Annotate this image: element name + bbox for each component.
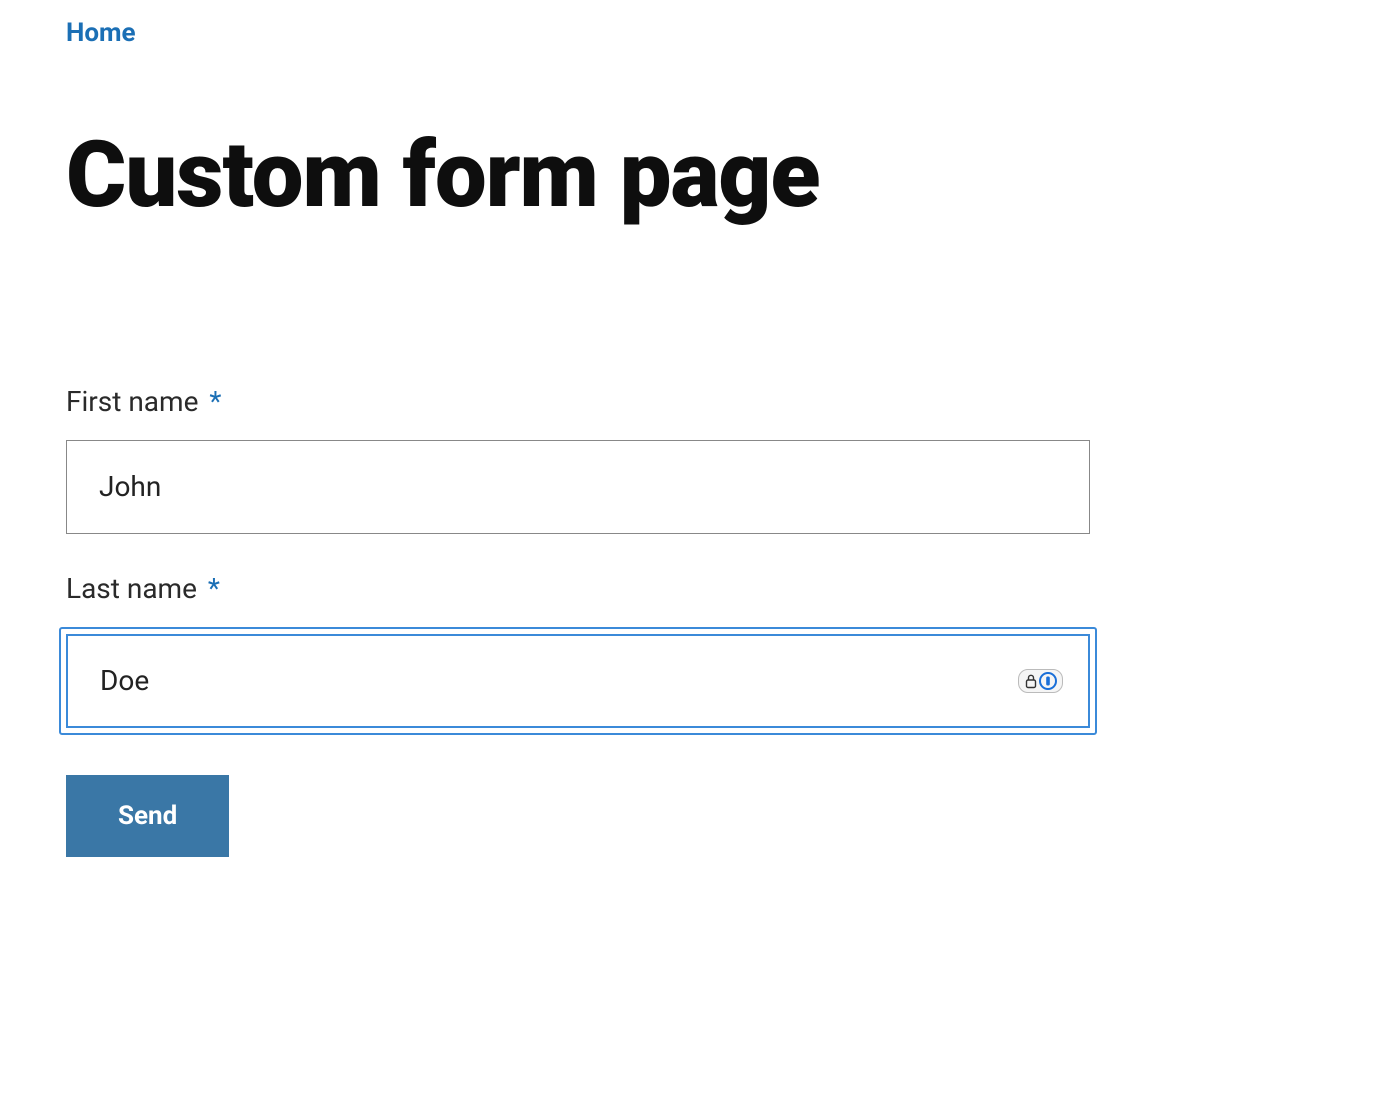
lock-icon (1024, 673, 1038, 689)
required-asterisk: * (209, 385, 221, 418)
last-name-label-text: Last name (66, 572, 197, 605)
breadcrumb-home-link[interactable]: Home (66, 18, 136, 48)
page-title: Custom form page (66, 128, 1334, 225)
first-name-input[interactable] (66, 440, 1090, 534)
send-button[interactable]: Send (66, 775, 229, 857)
required-asterisk: * (208, 572, 220, 605)
last-name-label: Last name * (66, 572, 1090, 605)
breadcrumb: Home (66, 18, 1334, 48)
last-name-focus-ring (59, 627, 1097, 735)
first-name-field-group: First name * (66, 385, 1090, 534)
last-name-input[interactable] (66, 634, 1090, 728)
onepassword-icon (1038, 671, 1058, 691)
last-name-field-group: Last name * (66, 572, 1090, 735)
custom-form: First name * Last name * (66, 385, 1090, 857)
password-manager-badge[interactable] (1018, 669, 1063, 693)
first-name-label-text: First name (66, 385, 198, 418)
first-name-label: First name * (66, 385, 1090, 418)
